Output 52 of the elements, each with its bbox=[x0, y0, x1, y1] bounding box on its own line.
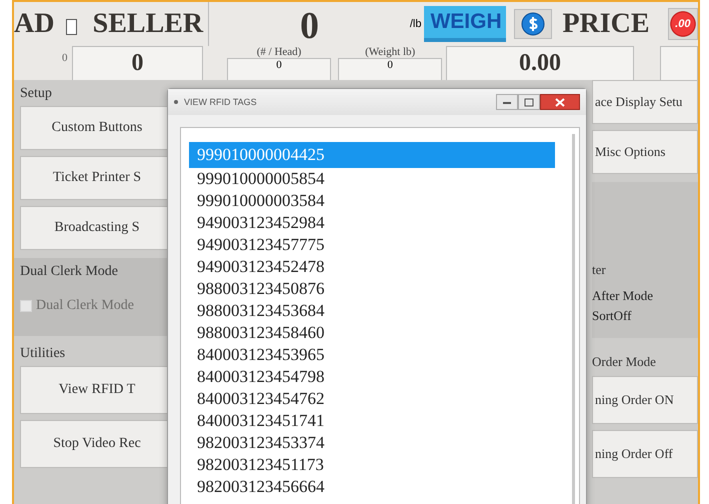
setup-button[interactable]: Misc Options bbox=[592, 130, 698, 174]
dollar-icon bbox=[521, 12, 546, 36]
scrollbar[interactable] bbox=[572, 134, 575, 504]
close-icon bbox=[555, 98, 565, 106]
dollar-button[interactable] bbox=[514, 9, 552, 39]
seller-index: 0 bbox=[62, 52, 68, 64]
tag-item[interactable]: 999010000005854 bbox=[189, 168, 555, 190]
tag-item[interactable]: 840003123451741 bbox=[189, 410, 555, 432]
tag-item[interactable]: 988003123458460 bbox=[189, 322, 555, 344]
head-count-field[interactable]: 0 bbox=[227, 58, 332, 80]
order-button[interactable]: ning Order ON bbox=[592, 376, 698, 424]
tag-item[interactable]: 982003123451173 bbox=[189, 454, 555, 476]
unit-label: /lb bbox=[410, 18, 422, 30]
column-header: SELLER bbox=[92, 8, 204, 40]
tag-item[interactable]: 988003123450876 bbox=[189, 278, 555, 300]
tag-item[interactable]: 982003123456664 bbox=[189, 476, 555, 498]
tag-item[interactable]: 949003123452984 bbox=[189, 212, 555, 234]
field-caption: (# / Head) bbox=[256, 46, 302, 58]
setup-button[interactable]: ace Display Setu bbox=[592, 80, 698, 124]
order-button[interactable]: ning Order Off bbox=[592, 430, 698, 478]
field-caption: (Weight lb) bbox=[365, 46, 416, 58]
price-field[interactable]: 0.00 bbox=[446, 46, 634, 80]
group-title: Setup bbox=[20, 86, 53, 102]
group-title: ter bbox=[592, 262, 607, 278]
decimal-button[interactable]: .00 bbox=[668, 8, 698, 40]
option-label: After Mode bbox=[592, 287, 654, 305]
close-button[interactable] bbox=[540, 94, 580, 110]
window-title: VIEW RFID TAGS bbox=[184, 97, 258, 107]
tag-item[interactable]: 949003123452478 bbox=[189, 256, 555, 278]
minimize-icon bbox=[502, 99, 512, 105]
tag-item[interactable]: 840003123453965 bbox=[189, 344, 555, 366]
tag-item[interactable]: 999010000003584 bbox=[189, 190, 555, 212]
group-title: Order Mode bbox=[592, 354, 657, 370]
group-title: Utilities bbox=[20, 346, 66, 362]
weight-value: 0 bbox=[300, 4, 319, 46]
option-label: SortOff bbox=[592, 307, 632, 325]
tag-item[interactable]: 988003123453684 bbox=[189, 300, 555, 322]
seller-field[interactable]: 0 bbox=[72, 46, 204, 80]
maximize-icon bbox=[524, 98, 534, 106]
column-header: PRICE bbox=[562, 8, 650, 40]
window-icon bbox=[174, 100, 178, 104]
tag-item[interactable]: 840003123454798 bbox=[189, 366, 555, 388]
text-field[interactable] bbox=[660, 46, 698, 80]
tag-item[interactable]: 840003123454762 bbox=[189, 388, 555, 410]
group-title: Dual Clerk Mode bbox=[20, 264, 119, 280]
weight-field[interactable]: 0 bbox=[338, 58, 442, 80]
minimize-button[interactable] bbox=[496, 94, 518, 110]
checkbox[interactable] bbox=[66, 19, 77, 35]
maximize-button[interactable] bbox=[518, 94, 540, 110]
tag-item[interactable]: 982003123453374 bbox=[189, 432, 555, 454]
tag-item[interactable]: 949003123457775 bbox=[189, 234, 555, 256]
column-header: AD bbox=[14, 8, 54, 40]
